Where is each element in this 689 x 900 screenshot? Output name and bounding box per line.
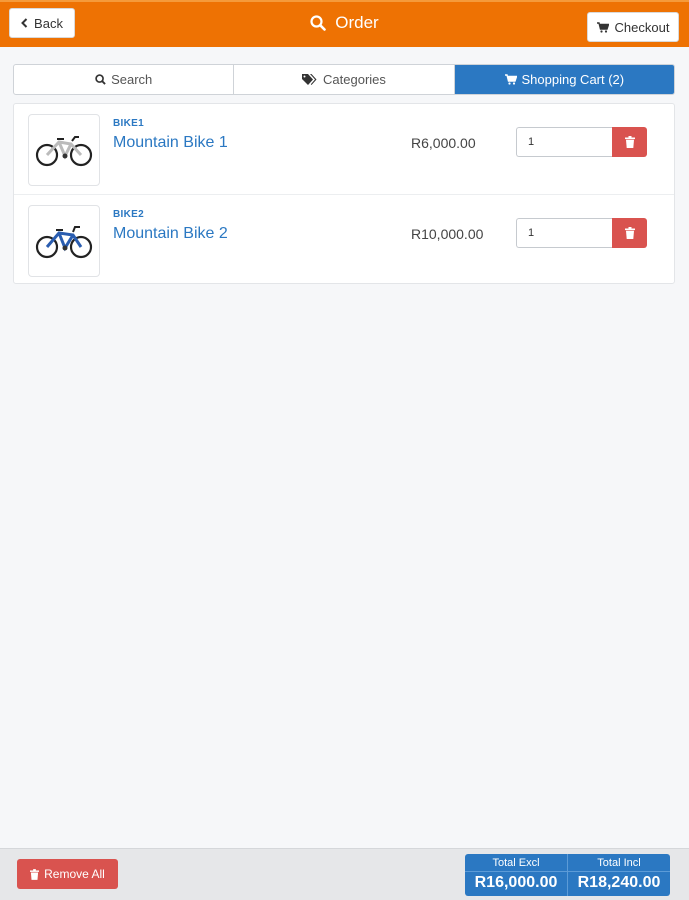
remove-all-label: Remove All (44, 867, 105, 881)
tab-categories-label: Categories (323, 72, 386, 87)
product-name[interactable]: Mountain Bike 2 (113, 225, 228, 243)
product-price: R10,000.00 (411, 226, 484, 242)
total-excl: Total Excl R16,000.00 (465, 854, 567, 896)
product-name[interactable]: Mountain Bike 1 (113, 134, 228, 152)
total-incl-value: R18,240.00 (577, 874, 661, 891)
checkout-button[interactable]: Checkout (587, 12, 679, 42)
cart-icon (504, 74, 517, 85)
tab-search-label: Search (111, 72, 153, 87)
search-icon (310, 15, 327, 31)
mountain-bike-white-icon (35, 136, 93, 167)
footer-bar: Remove All Total Excl R16,000.00 Total I… (0, 848, 689, 900)
quantity-input[interactable] (516, 127, 612, 157)
product-price: R6,000.00 (411, 135, 476, 151)
product-sku: BIKE1 (113, 118, 144, 129)
tags-icon (302, 74, 317, 85)
product-image[interactable] (28, 114, 100, 186)
trash-icon (30, 868, 40, 880)
trash-icon (624, 136, 635, 148)
order-tabs: Search Categories Shopping Cart (2) (13, 64, 675, 95)
remove-all-button[interactable]: Remove All (17, 859, 118, 889)
cart-item: BIKE1 Mountain Bike 1 R6,000.00 (14, 104, 674, 194)
checkout-label: Checkout (614, 19, 670, 35)
trash-icon (624, 227, 635, 239)
page-title-text: Order (335, 13, 379, 32)
tab-categories[interactable]: Categories (234, 65, 455, 94)
mountain-bike-blue-icon (35, 226, 93, 259)
tab-search[interactable]: Search (14, 65, 235, 94)
product-sku: BIKE2 (113, 209, 144, 220)
cart-icon (596, 21, 609, 33)
search-icon (95, 74, 106, 85)
quantity-input[interactable] (516, 218, 612, 248)
total-excl-value: R16,000.00 (474, 874, 558, 891)
tab-shopping-cart-label: Shopping Cart (2) (521, 72, 625, 87)
page-title: Order (0, 13, 689, 33)
delete-item-button[interactable] (612, 127, 647, 157)
total-excl-label: Total Excl (465, 854, 567, 872)
tab-shopping-cart[interactable]: Shopping Cart (2) (454, 65, 674, 94)
totals-panel: Total Excl R16,000.00 Total Incl R18,240… (465, 854, 670, 896)
delete-item-button[interactable] (612, 218, 647, 248)
total-incl: Total Incl R18,240.00 (567, 854, 670, 896)
product-image[interactable] (28, 205, 100, 277)
cart-list: BIKE1 Mountain Bike 1 R6,000.00 BIKE2 Mo… (13, 103, 675, 284)
cart-item: BIKE2 Mountain Bike 2 R10,000.00 (14, 194, 674, 284)
top-bar: Back Order Checkout (0, 0, 689, 47)
total-incl-label: Total Incl (568, 854, 670, 872)
